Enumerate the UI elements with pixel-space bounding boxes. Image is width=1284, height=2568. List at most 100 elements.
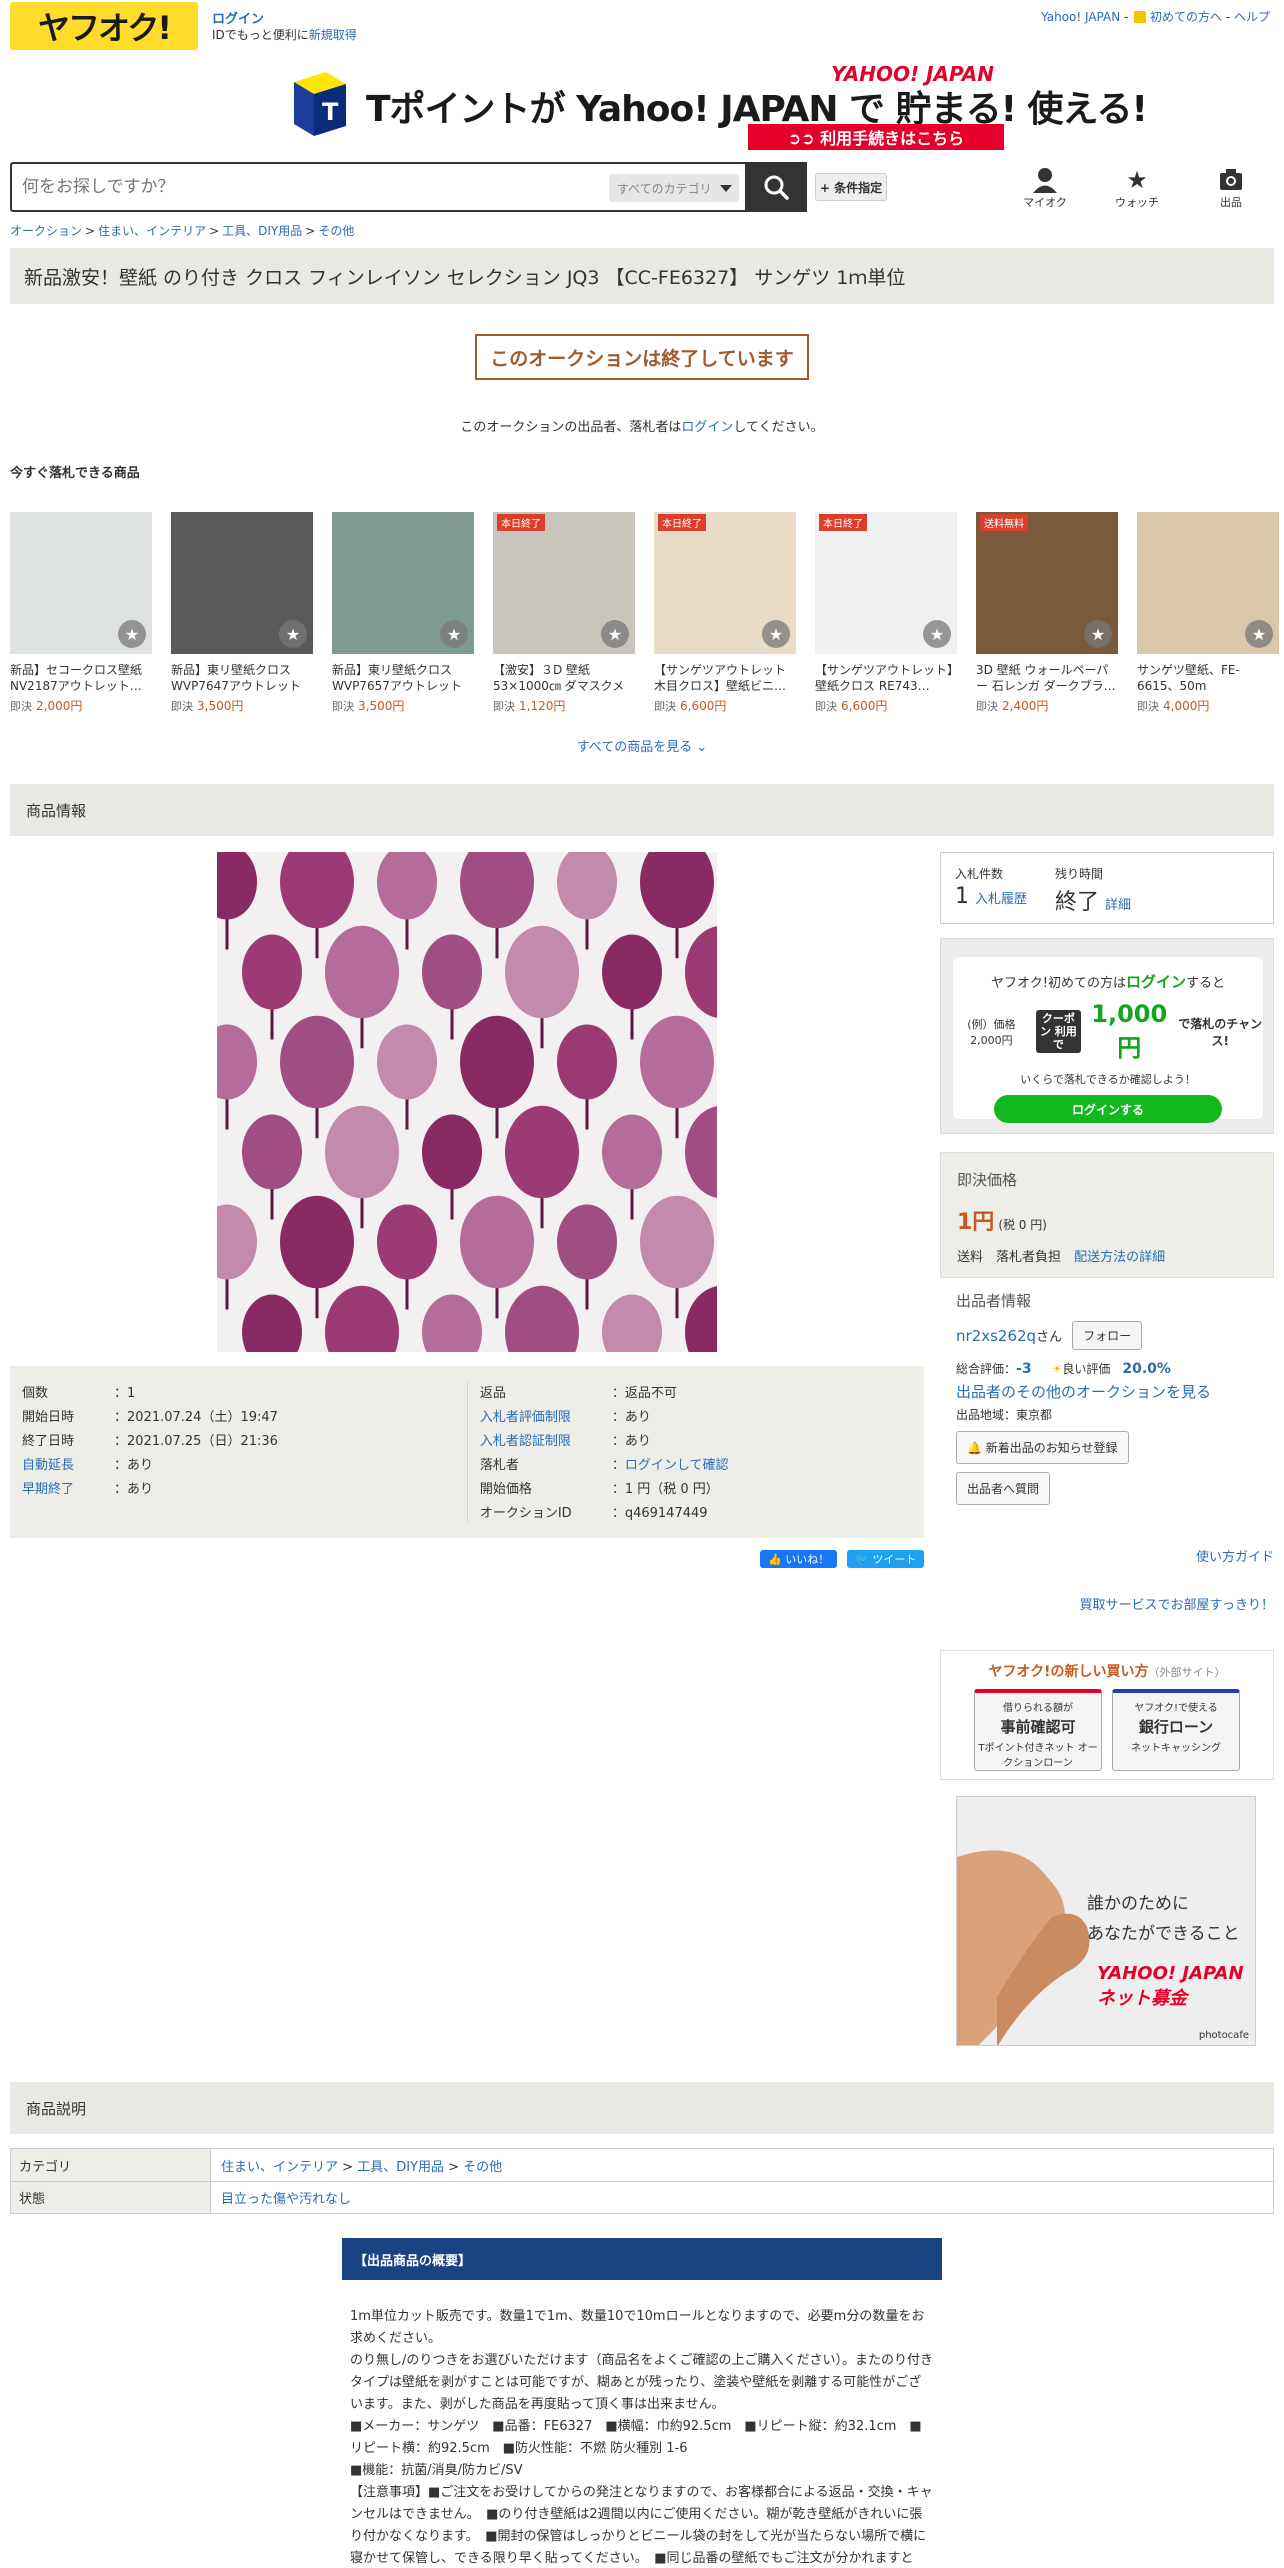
coupon-login-word: ログイン: [1125, 973, 1186, 991]
carousel-item-name[interactable]: 新品】東リ壁紙クロスWVP7647アウトレット処…: [171, 662, 313, 694]
time-left-label: 残り時間: [1055, 867, 1104, 881]
category-link[interactable]: その他: [463, 2160, 502, 2175]
carousel-item-image[interactable]: ★: [171, 512, 313, 654]
bank-loan-button[interactable]: ヤフオク!で使える 銀行ローン ネットキャッシング: [1112, 1689, 1240, 1771]
carousel-item-price: 6,600円: [680, 699, 727, 713]
carousel-item-name[interactable]: 【サンゲツアウトレット木目クロス】壁紙ビニ…: [654, 662, 796, 694]
category-select[interactable]: すべてのカテゴリ: [609, 174, 739, 202]
watch-star-icon[interactable]: ★: [601, 620, 629, 648]
facebook-like-button[interactable]: 👍 いいね！: [760, 1550, 838, 1568]
good-rating-label: 良い評価: [1062, 1362, 1111, 1376]
info-value: 1: [127, 1386, 136, 1401]
social-buttons: 👍 いいね！ 🐦 ツイート: [760, 1550, 925, 1568]
breadcrumb-item[interactable]: 工具、DIY用品: [222, 224, 302, 238]
banner-cta[interactable]: ➲➲ 利用手続きはこちら: [748, 124, 1004, 150]
nav-sell[interactable]: 出品: [1196, 166, 1266, 210]
login-link[interactable]: ログイン: [212, 12, 264, 27]
ask-seller-button[interactable]: 出品者へ質問: [956, 1472, 1051, 1505]
carousel-item-image[interactable]: ★: [1137, 512, 1279, 654]
help-link[interactable]: ヘルプ: [1234, 10, 1270, 24]
seller-other-auctions-link[interactable]: 出品者のその他のオークションを見る: [956, 1383, 1211, 1401]
carousel-item[interactable]: 本日終了 ★ 【サンゲツアウトレット】壁紙クロス RE743… 即決 6,600円: [815, 512, 957, 714]
description-header: 商品説明: [10, 2082, 1274, 2134]
signup-link[interactable]: 新規取得: [309, 28, 357, 42]
carousel-item-image[interactable]: ★: [332, 512, 474, 654]
breadcrumb-item[interactable]: その他: [318, 224, 354, 238]
photo-credit: photocafe: [1198, 2030, 1249, 2041]
main-product-image[interactable]: [217, 852, 717, 1352]
carousel-item-image[interactable]: 送料無料 ★: [976, 512, 1118, 654]
star-icon: ★: [1126, 166, 1148, 194]
carousel-item-price: 3,500円: [358, 699, 405, 713]
coupon-login-button[interactable]: ログインする: [994, 1095, 1222, 1123]
category-link[interactable]: 工具、DIY用品: [357, 2160, 444, 2175]
beginner-link[interactable]: 初めての方へ: [1150, 10, 1222, 24]
nav-myauction[interactable]: マイオク: [1010, 166, 1080, 210]
breadcrumb-item[interactable]: オークション: [10, 224, 82, 238]
carousel-item[interactable]: 本日終了 ★ 【サンゲツアウトレット木目クロス】壁紙ビニ… 即決 6,600円: [654, 512, 796, 714]
carousel-item[interactable]: ★ 新品】セコークロス壁紙NV2187アウトレット… 即決 2,000円: [10, 512, 152, 714]
carousel-item[interactable]: ★ 新品】東リ壁紙クロスWVP7647アウトレット処… 即決 3,500円: [171, 512, 313, 714]
search-button[interactable]: [745, 162, 807, 212]
see-all-label[interactable]: すべての商品を見る ⌄: [577, 740, 708, 755]
login-note-link[interactable]: ログイン: [681, 420, 733, 435]
info-label[interactable]: 入札者評価制限: [480, 1406, 612, 1430]
follow-button[interactable]: フォロー: [1072, 1321, 1143, 1350]
search-input[interactable]: [22, 174, 602, 200]
watch-star-icon[interactable]: ★: [118, 620, 146, 648]
watch-star-icon[interactable]: ★: [279, 620, 307, 648]
yahuoku-logo[interactable]: ヤフオク!: [10, 2, 198, 50]
info-label[interactable]: 自動延長: [22, 1454, 114, 1478]
info-label[interactable]: 入札者認証制限: [480, 1430, 612, 1454]
carousel-item[interactable]: ★ サンゲツ壁紙、FE-6615、50m 即決 4,000円: [1137, 512, 1279, 714]
bid-history-link[interactable]: 入札履歴: [975, 892, 1027, 907]
info-value[interactable]: ログインして確認: [625, 1458, 729, 1473]
tweet-button[interactable]: 🐦 ツイート: [847, 1550, 925, 1568]
watch-star-icon[interactable]: ★: [1245, 620, 1273, 648]
yahoo-japan-link[interactable]: Yahoo! JAPAN: [1041, 10, 1120, 24]
carousel-item-name[interactable]: 【激安】３D 壁紙 53×1000㎝ ダマスクメッキ P…: [493, 662, 635, 694]
auction-loan-button[interactable]: 借りられる額が 事前確認可 Tポイント付きネット オークションローン: [974, 1689, 1102, 1771]
total-rating-value[interactable]: -3: [1016, 1361, 1032, 1377]
condition-value[interactable]: 目立った傷や汚れなし: [221, 2192, 351, 2207]
bank-top: ヤフオク!で使える: [1134, 1703, 1218, 1714]
watch-star-icon[interactable]: ★: [1084, 620, 1112, 648]
seller-name-link[interactable]: nr2xs262q: [956, 1327, 1036, 1345]
carousel-item[interactable]: ★ 新品】東リ壁紙クロスWVP7657アウトレット処… 即決 3,500円: [332, 512, 474, 714]
condition-button[interactable]: + 条件指定: [815, 173, 887, 201]
carousel-item-image[interactable]: 本日終了 ★: [654, 512, 796, 654]
info-label: 返品: [479, 1386, 506, 1401]
carousel-item-name[interactable]: 【サンゲツアウトレット】壁紙クロス RE743…: [815, 662, 957, 694]
nav-watch[interactable]: ★ ウォッチ: [1102, 166, 1172, 210]
carousel-item-name[interactable]: 新品】セコークロス壁紙NV2187アウトレット…: [10, 662, 152, 694]
see-all-link[interactable]: すべての商品を見る ⌄: [0, 736, 1284, 755]
signup-prefix: IDでもっと便利に: [212, 28, 309, 42]
donation-ad[interactable]: 誰かのために あなたができること YAHOO! JAPAN ネット募金 photo…: [956, 1796, 1256, 2046]
new-listing-notify-button[interactable]: 🔔 新着出品のお知らせ登録: [956, 1431, 1129, 1464]
shipping-detail-link[interactable]: 配送方法の詳細: [1074, 1250, 1165, 1265]
carousel-item-image[interactable]: ★: [10, 512, 152, 654]
carousel-item-name[interactable]: 新品】東リ壁紙クロスWVP7657アウトレット処…: [332, 662, 474, 694]
carousel-price-prefix: 即決: [493, 700, 515, 713]
user-icon: [1033, 168, 1057, 193]
price-tax: (税 0 円): [998, 1218, 1047, 1232]
category-link[interactable]: 住まい、インテリア: [221, 2160, 338, 2175]
search-icon: [764, 175, 789, 200]
carousel-item-name[interactable]: サンゲツ壁紙、FE-6615、50m: [1137, 662, 1279, 694]
watch-star-icon[interactable]: ★: [762, 620, 790, 648]
buyback-link[interactable]: 買取サービスでお部屋すっきり！: [1080, 1594, 1274, 1613]
tpoint-banner[interactable]: T Tポイントが Yahoo! JAPAN で 貯まる! 使える! YAHOO!…: [286, 60, 1148, 152]
info-label[interactable]: 早期終了: [22, 1478, 114, 1502]
carousel-price-prefix: 即決: [976, 700, 998, 713]
carousel-item-image[interactable]: 本日終了 ★: [815, 512, 957, 654]
carousel-item[interactable]: 送料無料 ★ 3D 壁紙 ウォールペーパー 石レンガ ダークブラ… 即決 2,400円: [976, 512, 1118, 714]
time-detail-link[interactable]: 詳細: [1105, 898, 1131, 913]
info-row: 開始日時 ：2021.07.24（土）19:47: [22, 1406, 467, 1430]
carousel-item-image[interactable]: 本日終了 ★: [493, 512, 635, 654]
carousel-item[interactable]: 本日終了 ★ 【激安】３D 壁紙 53×1000㎝ ダマスクメッキ P… 即決 1,12…: [493, 512, 635, 714]
watch-star-icon[interactable]: ★: [923, 620, 951, 648]
watch-star-icon[interactable]: ★: [440, 620, 468, 648]
breadcrumb-item[interactable]: 住まい、インテリア: [98, 224, 206, 238]
guide-link[interactable]: 使い方ガイド: [1196, 1546, 1274, 1565]
carousel-item-name[interactable]: 3D 壁紙 ウォールペーパー 石レンガ ダークブラ…: [976, 662, 1118, 694]
